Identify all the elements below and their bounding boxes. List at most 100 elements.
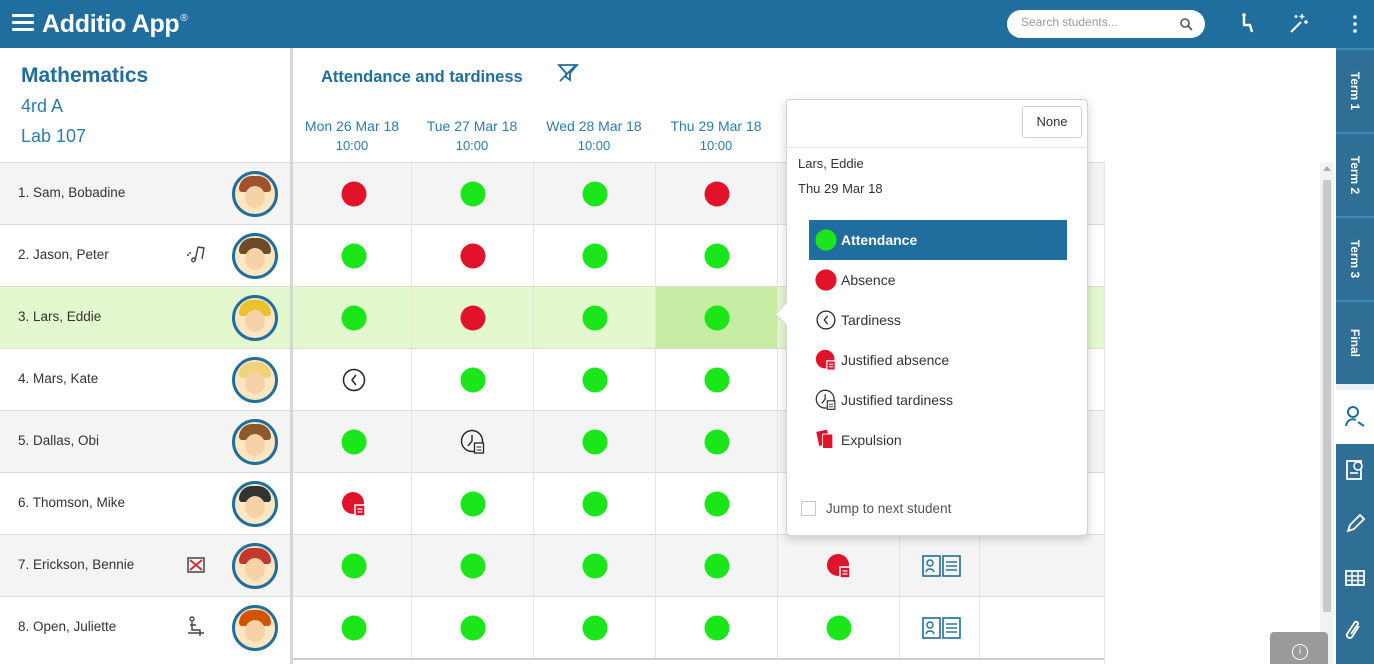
attendance-cell[interactable] [533,472,655,534]
attendance-cell[interactable] [777,596,899,658]
tab-final[interactable]: Final [1336,300,1374,384]
student-row[interactable]: 5. Dallas, Obi [0,410,290,472]
seat-icon[interactable] [184,615,208,639]
report-cell[interactable] [899,534,979,596]
attendance-cell[interactable] [533,162,655,224]
option-justified-tardiness[interactable]: Justified tardiness [809,380,1067,420]
avatar[interactable] [232,295,278,341]
student-row[interactable]: 3. Lars, Eddie [0,286,290,348]
attendance-cell[interactable] [655,472,777,534]
attendance-cell[interactable] [533,410,655,472]
attendance-cell[interactable] [655,596,777,658]
option-attendance[interactable]: Attendance [809,220,1067,260]
avatar[interactable] [232,171,278,217]
attendance-cell[interactable] [411,286,533,348]
search-icon[interactable] [1179,17,1193,31]
student-report-icon[interactable] [922,555,962,577]
attachments-tool[interactable] [1336,606,1374,664]
attendance-mark-icon [704,615,730,641]
subject-title: Mathematics [21,64,149,87]
none-button[interactable]: None [1022,106,1082,138]
info-icon: i [1292,644,1308,660]
avatar[interactable] [232,543,278,589]
menu-icon[interactable] [12,14,34,32]
attendance-cell[interactable] [411,472,533,534]
attendance-cell[interactable] [655,348,777,410]
tab-term-3[interactable]: Term 3 [1336,216,1374,300]
student-row[interactable]: 7. Erickson, Bennie [0,534,290,596]
student-row[interactable]: 4. Mars, Kate [0,348,290,410]
more-icon[interactable] [1343,12,1367,36]
attendance-cell[interactable] [293,596,415,658]
attendance-cell[interactable] [293,410,415,472]
attendance-cell[interactable] [293,162,415,224]
avatar[interactable] [232,357,278,403]
report-cell[interactable] [899,596,979,658]
avatar[interactable] [232,605,278,651]
search-input[interactable] [1021,15,1171,29]
avatar[interactable] [232,481,278,527]
popover-date: Thu 29 Mar 18 [798,181,883,196]
attendance-mark-icon [460,615,486,641]
scroll-thumb[interactable] [1323,180,1331,612]
attendance-cell[interactable] [411,534,533,596]
attendance-cell[interactable] [411,596,533,658]
option-tardiness[interactable]: Tardiness [809,300,1067,340]
option-label: Absence [841,272,896,288]
students-tool[interactable] [1336,390,1374,444]
info-button[interactable]: i [1270,632,1328,664]
magic-wand-icon[interactable] [1286,12,1310,36]
student-row[interactable]: 1. Sam, Bobadine [0,162,290,224]
column-header[interactable]: Thu 29 Mar 18 10:00 [655,116,777,156]
column-header[interactable]: Mon 26 Mar 18 10:00 [291,116,413,156]
search-box[interactable] [1007,10,1205,38]
attendance-cell[interactable] [533,286,655,348]
attendance-cell[interactable] [655,224,777,286]
attendance-cell[interactable] [293,534,415,596]
note-icon[interactable] [184,243,208,267]
attendance-cell[interactable] [655,410,777,472]
student-row[interactable]: 2. Jason, Peter [0,224,290,286]
filter-icon[interactable] [557,62,579,84]
attendance-popover: None Lars, Eddie Thu 29 Mar 18 Attendanc… [774,99,1088,536]
option-absence[interactable]: Absence [809,260,1067,300]
attendance-cell[interactable] [293,286,415,348]
attendance-cell[interactable] [533,534,655,596]
attendance-cell[interactable] [655,534,777,596]
user-icon [1345,406,1365,427]
seat-plan-icon[interactable] [1236,12,1260,36]
edit-tool[interactable] [1336,498,1374,552]
attendance-cell[interactable] [411,348,533,410]
option-expulsion[interactable]: Expulsion [809,420,1067,460]
avatar[interactable] [232,233,278,279]
tab-term-1[interactable]: Term 1 [1336,48,1374,132]
attendance-cell[interactable] [293,224,415,286]
student-report-icon[interactable] [922,617,962,639]
scroll-up-arrow[interactable] [1323,166,1331,171]
report-tool[interactable] [1336,444,1374,498]
attendance-cell[interactable] [655,286,777,348]
attendance-cell[interactable] [293,348,415,410]
column-header[interactable]: Wed 28 Mar 18 10:00 [533,116,655,156]
no-device-icon[interactable] [184,553,208,577]
student-row[interactable]: 8. Open, Juliette [0,596,290,658]
attendance-cell[interactable] [411,410,533,472]
grid-tool[interactable] [1336,552,1374,606]
avatar[interactable] [232,419,278,465]
column-header[interactable]: Tue 27 Mar 18 10:00 [411,116,533,156]
attendance-cell[interactable] [533,596,655,658]
attendance-cell[interactable] [411,224,533,286]
option-justified-absence[interactable]: Justified absence [809,340,1067,380]
attendance-cell[interactable] [533,224,655,286]
attendance-mark-icon [704,367,730,393]
attendance-cell[interactable] [411,162,533,224]
attendance-cell[interactable] [533,348,655,410]
jump-next-checkbox[interactable] [801,501,816,516]
vertical-scrollbar[interactable] [1320,162,1334,664]
attendance-mark-icon [582,491,608,517]
attendance-cell[interactable] [777,534,899,596]
attendance-cell[interactable] [655,162,777,224]
tab-term-2[interactable]: Term 2 [1336,132,1374,216]
attendance-cell[interactable] [293,472,415,534]
student-row[interactable]: 6. Thomson, Mike [0,472,290,534]
